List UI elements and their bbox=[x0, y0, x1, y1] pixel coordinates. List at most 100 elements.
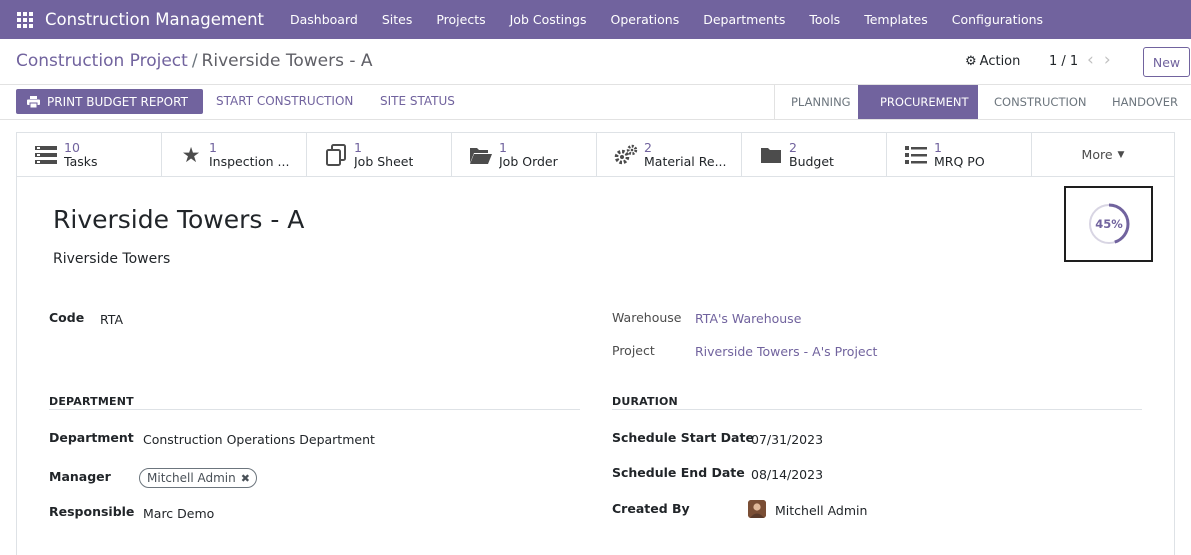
list-icon bbox=[903, 142, 929, 168]
smart-button-material-requisition[interactable]: 2 Material Re... bbox=[597, 133, 742, 177]
caret-down-icon: ▼ bbox=[1117, 149, 1125, 160]
smart-button-inspection[interactable]: ★ 1 Inspection ... bbox=[162, 133, 307, 177]
material-requisition-count: 2 bbox=[644, 140, 652, 155]
job-order-count: 1 bbox=[499, 140, 507, 155]
menu-configurations[interactable]: Configurations bbox=[940, 12, 1055, 27]
mrq-po-count: 1 bbox=[934, 140, 942, 155]
chevron-left-icon[interactable]: ‹ bbox=[1087, 50, 1094, 70]
warehouse-link[interactable]: RTA's Warehouse bbox=[695, 311, 801, 326]
menu-templates[interactable]: Templates bbox=[852, 12, 940, 27]
schedule-end-value[interactable]: 08/14/2023 bbox=[751, 467, 823, 482]
schedule-start-value[interactable]: 07/31/2023 bbox=[751, 432, 823, 447]
code-label: Code bbox=[49, 310, 85, 325]
budget-label: Budget bbox=[789, 155, 834, 169]
folder-icon bbox=[758, 142, 784, 168]
mrq-po-label: MRQ PO bbox=[934, 155, 985, 169]
menu-job-costings[interactable]: Job Costings bbox=[498, 12, 599, 27]
stage-construction-label: CONSTRUCTION bbox=[994, 95, 1087, 109]
new-button[interactable]: New bbox=[1143, 47, 1190, 77]
stage-planning-label: PLANNING bbox=[791, 95, 851, 109]
smart-button-job-sheet[interactable]: 1 Job Sheet bbox=[307, 133, 452, 177]
progress-widget: 45% bbox=[1064, 186, 1153, 262]
record-title[interactable]: Riverside Towers - A bbox=[53, 205, 304, 234]
code-value[interactable]: RTA bbox=[100, 312, 123, 327]
progress-percent: 45% bbox=[1095, 217, 1123, 231]
apps-grid-icon[interactable] bbox=[17, 11, 33, 28]
action-label: Action bbox=[979, 54, 1021, 69]
responsible-label: Responsible bbox=[49, 504, 135, 519]
project-label: Project bbox=[612, 343, 655, 358]
smart-button-budget[interactable]: 2 Budget bbox=[742, 133, 887, 177]
project-link[interactable]: Riverside Towers - A's Project bbox=[695, 344, 877, 359]
chevron-right-icon[interactable]: › bbox=[1104, 50, 1111, 70]
smart-button-job-order[interactable]: 1 Job Order bbox=[452, 133, 597, 177]
breadcrumb: Construction Project / Riverside Towers - … bbox=[16, 51, 373, 71]
duration-group-title: DURATION bbox=[612, 395, 678, 408]
menu-tools[interactable]: Tools bbox=[797, 12, 852, 27]
stage-planning[interactable]: PLANNING bbox=[774, 85, 858, 119]
menu-operations[interactable]: Operations bbox=[599, 12, 692, 27]
action-menu-button[interactable]: ⚙ Action bbox=[965, 54, 1020, 69]
job-sheet-label: Job Sheet bbox=[354, 155, 414, 169]
print-icon bbox=[27, 95, 40, 108]
star-icon: ★ bbox=[181, 143, 201, 167]
tasks-icon bbox=[33, 142, 59, 168]
material-requisition-label: Material Re... bbox=[644, 155, 727, 169]
created-by-value: Mitchell Admin bbox=[775, 503, 868, 518]
schedule-end-label: Schedule End Date bbox=[612, 465, 745, 480]
remove-tag-icon[interactable]: ✖ bbox=[241, 472, 250, 485]
status-bar: PRINT BUDGET REPORT START CONSTRUCTION S… bbox=[0, 85, 1191, 120]
main-menu: Dashboard Sites Projects Job Costings Op… bbox=[278, 12, 1055, 27]
pager-value[interactable]: 1 / 1 bbox=[1049, 54, 1078, 69]
stage-pipeline: PLANNING PROCUREMENT CONSTRUCTION HANDOV… bbox=[774, 85, 1191, 119]
breadcrumb-current: Riverside Towers - A bbox=[201, 51, 373, 71]
department-value[interactable]: Construction Operations Department bbox=[143, 432, 375, 447]
print-budget-report-button[interactable]: PRINT BUDGET REPORT bbox=[16, 89, 203, 114]
print-budget-report-label: PRINT BUDGET REPORT bbox=[47, 94, 188, 109]
warehouse-label: Warehouse bbox=[612, 310, 682, 325]
department-group-title: DEPARTMENT bbox=[49, 395, 134, 408]
manager-tag[interactable]: Mitchell Admin ✖ bbox=[139, 468, 257, 488]
inspection-label: Inspection ... bbox=[209, 155, 290, 169]
smart-button-mrq-po[interactable]: 1 MRQ PO bbox=[887, 133, 1032, 177]
form-sheet: 10 Tasks ★ 1 Inspection ... 1 Job Sheet 1 Jo… bbox=[16, 132, 1175, 555]
schedule-start-label: Schedule Start Date bbox=[612, 430, 754, 445]
tasks-count: 10 bbox=[64, 140, 80, 155]
menu-dashboard[interactable]: Dashboard bbox=[278, 12, 370, 27]
job-order-label: Job Order bbox=[499, 155, 558, 169]
stage-procurement[interactable]: PROCUREMENT bbox=[858, 85, 978, 119]
copy-icon bbox=[323, 142, 349, 168]
start-construction-button[interactable]: START CONSTRUCTION bbox=[216, 94, 353, 108]
control-panel: Construction Project / Riverside Towers - … bbox=[0, 39, 1191, 85]
responsible-value[interactable]: Marc Demo bbox=[143, 506, 214, 521]
menu-departments[interactable]: Departments bbox=[691, 12, 797, 27]
duration-divider bbox=[612, 409, 1142, 410]
avatar bbox=[748, 500, 766, 518]
tasks-label: Tasks bbox=[64, 155, 98, 169]
more-label: More bbox=[1081, 147, 1113, 162]
menu-sites[interactable]: Sites bbox=[370, 12, 425, 27]
top-navbar: Construction Management Dashboard Sites … bbox=[0, 0, 1191, 39]
record-subtitle[interactable]: Riverside Towers bbox=[53, 251, 170, 267]
smart-button-tasks[interactable]: 10 Tasks bbox=[17, 133, 162, 177]
stage-procurement-label: PROCUREMENT bbox=[880, 95, 969, 109]
department-divider bbox=[49, 409, 580, 410]
manager-tag-label: Mitchell Admin bbox=[147, 471, 236, 485]
site-status-button[interactable]: SITE STATUS bbox=[380, 94, 455, 108]
stage-construction[interactable]: CONSTRUCTION bbox=[978, 85, 1094, 119]
more-button[interactable]: More ▼ bbox=[1032, 133, 1174, 176]
breadcrumb-separator: / bbox=[191, 51, 198, 71]
department-label: Department bbox=[49, 430, 134, 445]
inspection-count: 1 bbox=[209, 140, 217, 155]
pager-arrows: ‹ › bbox=[1087, 50, 1111, 70]
gears-icon bbox=[613, 142, 639, 168]
budget-count: 2 bbox=[789, 140, 797, 155]
stage-handover[interactable]: HANDOVER bbox=[1094, 85, 1191, 119]
app-brand[interactable]: Construction Management bbox=[45, 10, 264, 29]
job-sheet-count: 1 bbox=[354, 140, 362, 155]
folder-open-icon bbox=[468, 142, 494, 168]
menu-projects[interactable]: Projects bbox=[424, 12, 497, 27]
gear-icon: ⚙ bbox=[965, 54, 977, 69]
stage-handover-label: HANDOVER bbox=[1112, 95, 1178, 109]
breadcrumb-parent[interactable]: Construction Project bbox=[16, 51, 188, 71]
